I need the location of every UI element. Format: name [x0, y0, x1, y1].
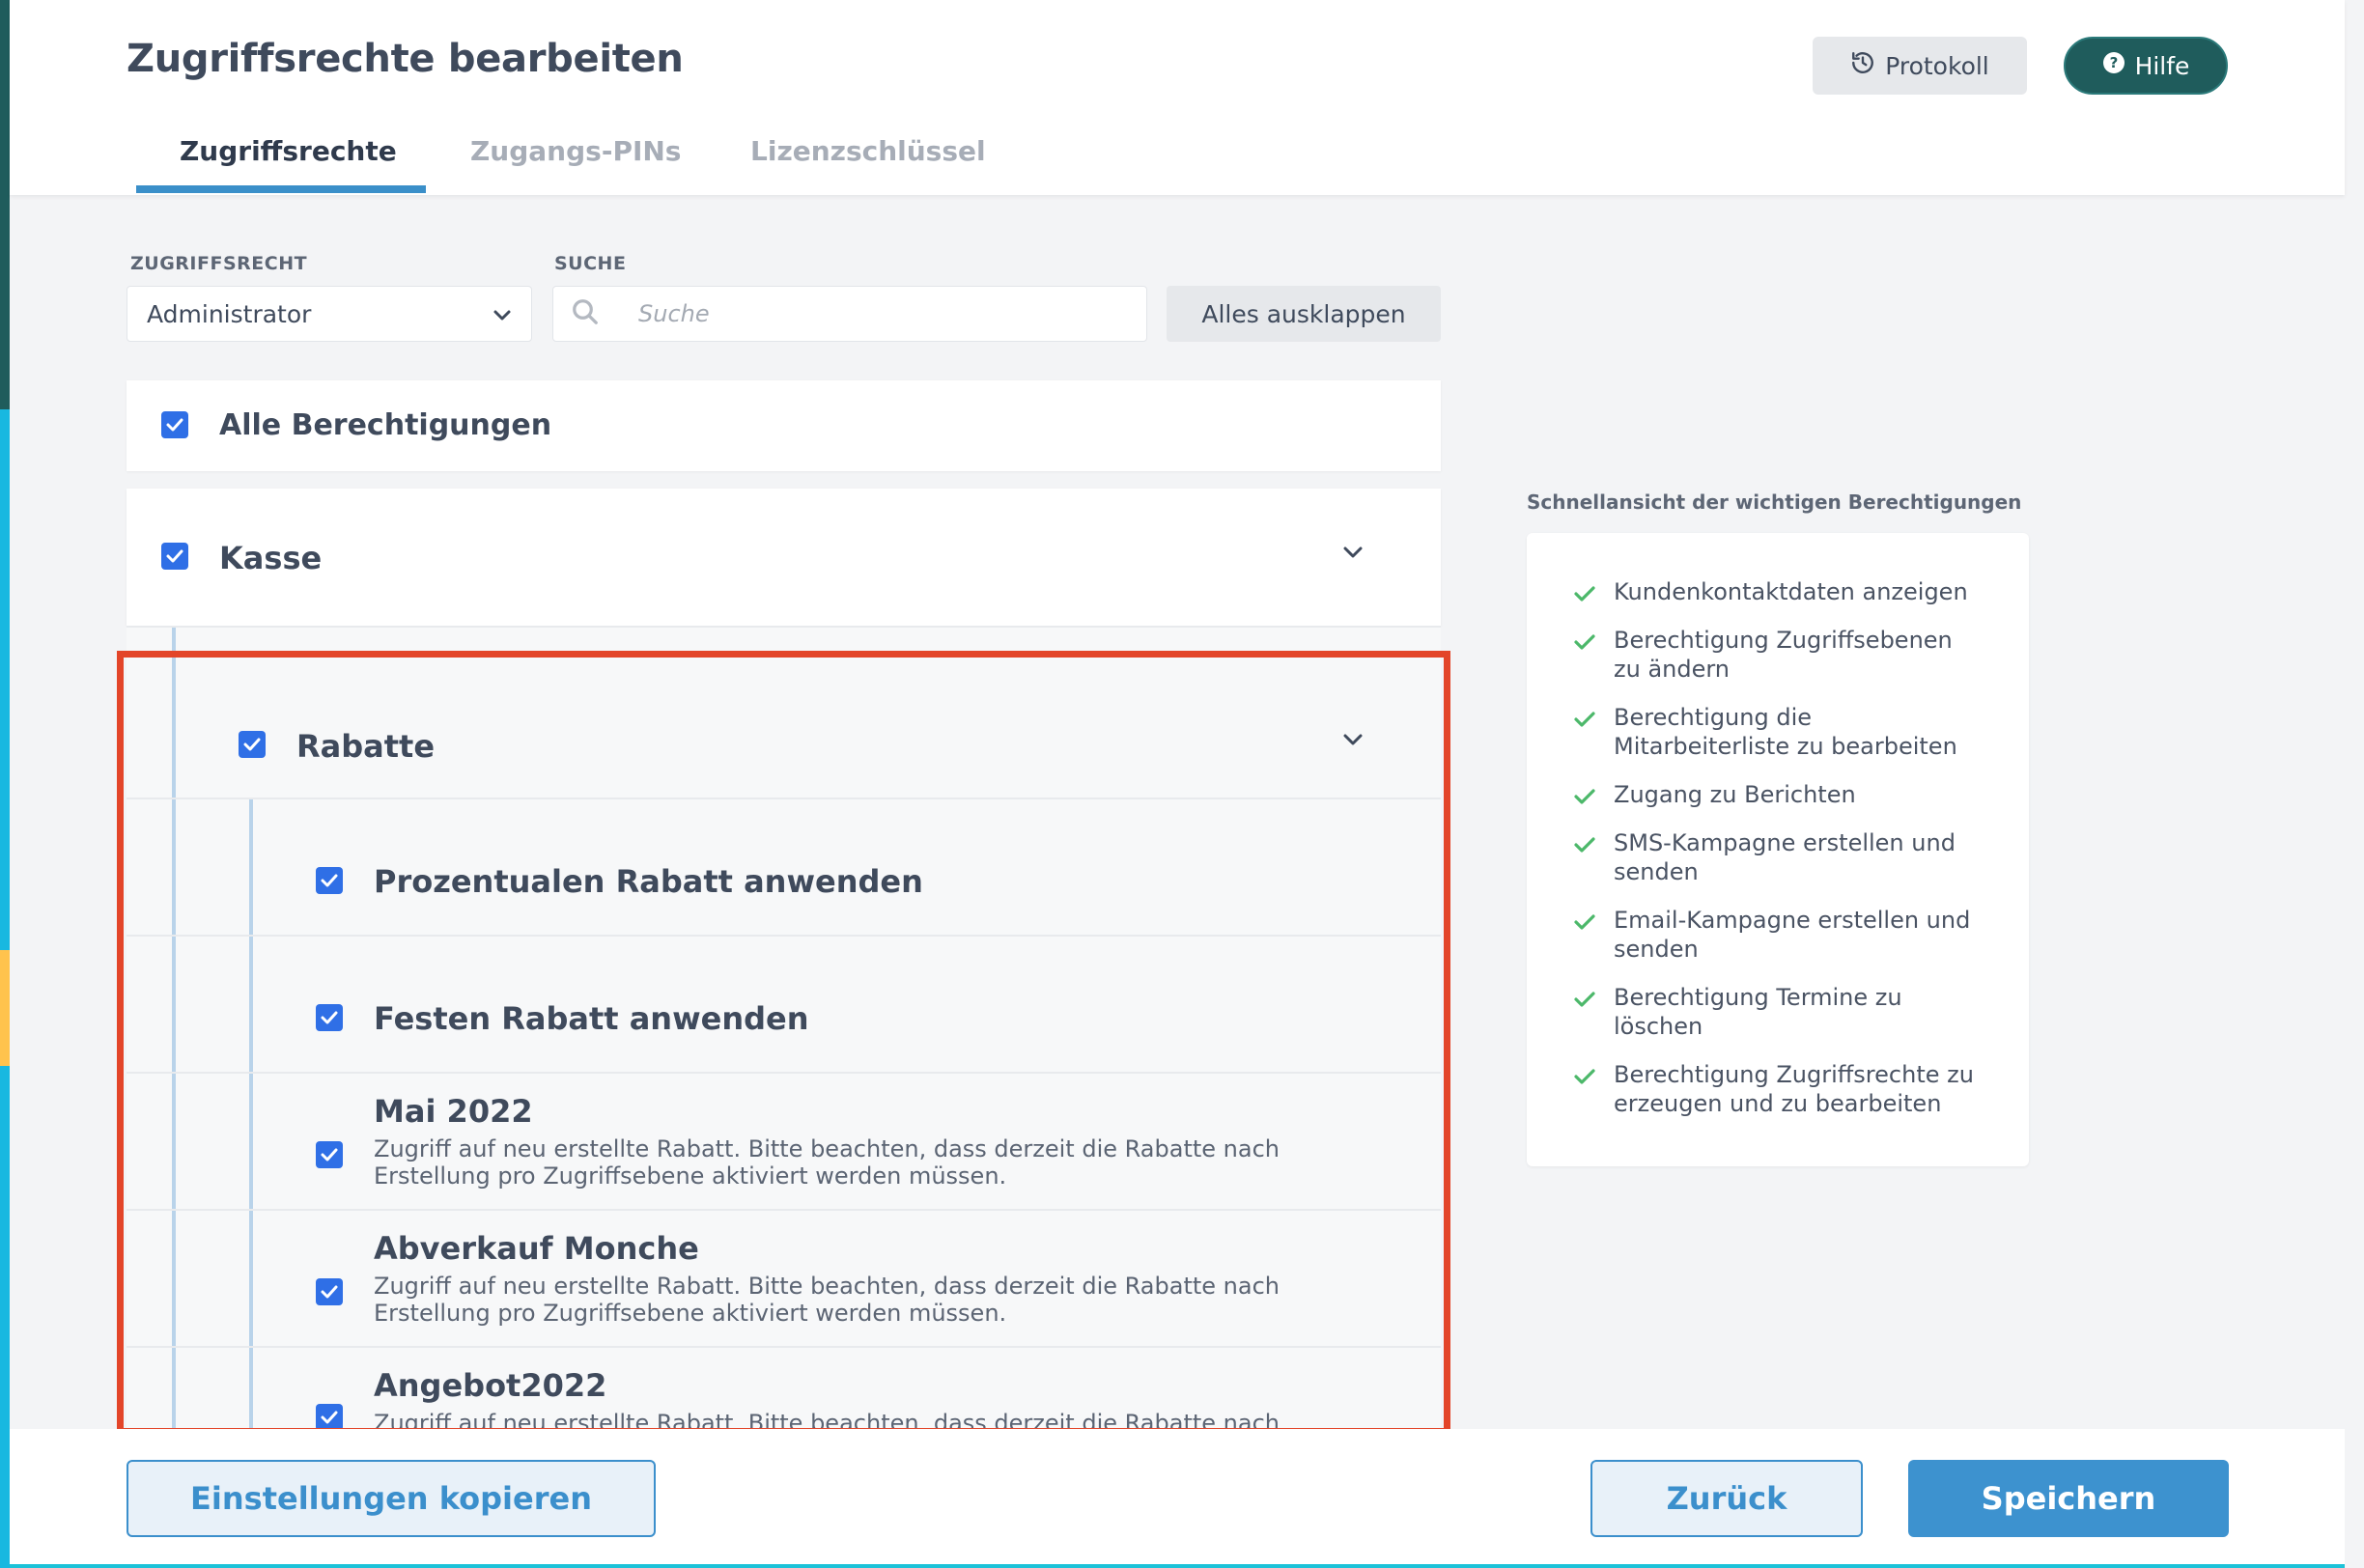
page-footer: Einstellungen kopieren Zurück Speichern [10, 1429, 2345, 1568]
search-field-label: SUCHE [554, 253, 627, 274]
check-icon [1573, 910, 1596, 964]
quick-view-item: Berechtigung Zugriffsebenen zu ändern [1573, 626, 1988, 684]
tree-line-level-1 [172, 626, 176, 1429]
role-select-value: Administrator [147, 299, 312, 328]
search-icon [571, 297, 600, 330]
check-icon [1573, 630, 1596, 684]
permission-checkbox[interactable] [316, 1278, 343, 1305]
permission-label: Prozentualen Rabatt anwenden [374, 863, 923, 900]
rabatte-checkbox[interactable] [239, 731, 266, 758]
check-icon [1573, 581, 1596, 610]
check-icon [1573, 707, 1596, 761]
svg-text:?: ? [2109, 54, 2118, 71]
permission-checkbox[interactable] [316, 1004, 343, 1031]
permission-label: Festen Rabatt anwenden [374, 1000, 809, 1037]
permission-description: Erstellung pro Zugriffsebene aktiviert w… [374, 1300, 1007, 1327]
permission-label: Abverkauf Monche [374, 1230, 699, 1267]
permission-description: Zugriff auf neu erstellte Rabatt. Bitte … [374, 1273, 1280, 1300]
quick-view-item: Zugang zu Berichten [1573, 780, 1988, 813]
chevron-down-icon [492, 300, 512, 328]
search-input[interactable] [638, 300, 1102, 327]
page-header: Zugriffsrechte bearbeiten Protokoll ? Hi… [10, 0, 2345, 195]
role-select[interactable]: Administrator [127, 286, 532, 342]
page-title: Zugriffsrechte bearbeiten [127, 37, 684, 81]
quick-view-item: Berechtigung Termine zu löschen [1573, 983, 1988, 1041]
kasse-label: Kasse [219, 540, 323, 576]
copy-settings-button[interactable]: Einstellungen kopieren [127, 1460, 656, 1537]
tab-lizenzschluessel[interactable]: Lizenzschlüssel [750, 135, 986, 195]
quick-view-item: Berechtigung die Mitarbeiterliste zu bear… [1573, 703, 1988, 761]
quick-view-item: Kundenkontaktdaten anzeigen [1573, 577, 1988, 610]
left-edge-strip [0, 0, 10, 1568]
quick-view-item: SMS-Kampagne erstellen und senden [1573, 828, 1988, 886]
kasse-card: Kasse [127, 489, 1441, 626]
permission-checkbox[interactable] [316, 1141, 343, 1168]
check-icon [1573, 832, 1596, 886]
permission-checkbox[interactable] [316, 867, 343, 894]
permission-label: Angebot2022 [374, 1367, 607, 1404]
check-icon [1573, 987, 1596, 1041]
all-permissions-label: Alle Berechtigungen [219, 408, 552, 442]
tree-line-level-2 [249, 799, 253, 1429]
all-permissions-card: Alle Berechtigungen [127, 380, 1441, 471]
check-icon [1573, 1064, 1596, 1118]
quick-view-item: Berechtigung Zugriffsrechte zu erzeugen u… [1573, 1060, 1988, 1118]
expand-all-button[interactable]: Alles ausklappen [1167, 286, 1441, 342]
tab-zugangs-pins[interactable]: Zugangs-PINs [470, 135, 681, 195]
back-button[interactable]: Zurück [1590, 1460, 1863, 1537]
rabatte-label: Rabatte [296, 728, 436, 765]
active-tab-indicator [136, 185, 426, 193]
hilfe-button[interactable]: ? Hilfe [2064, 37, 2228, 95]
permission-label: Mai 2022 [374, 1093, 533, 1130]
permission-checkbox[interactable] [316, 1404, 343, 1429]
all-permissions-checkbox[interactable] [161, 411, 188, 438]
save-button[interactable]: Speichern [1908, 1460, 2229, 1537]
permission-description: Erstellung pro Zugriffsebene aktiviert w… [374, 1162, 1007, 1190]
quick-view-panel: Kundenkontaktdaten anzeigen Berechtigung… [1527, 533, 2029, 1166]
hilfe-label: Hilfe [2134, 51, 2190, 80]
quick-view-title: Schnellansicht der wichtigen Berechtigun… [1527, 490, 2022, 514]
search-box[interactable] [552, 286, 1147, 342]
history-icon [1850, 50, 1875, 81]
check-icon [1573, 784, 1596, 813]
permission-description: Zugriff auf neu erstellte Rabatt. Bitte … [374, 1135, 1280, 1162]
kasse-chevron-down-icon[interactable] [1341, 545, 1365, 564]
kasse-checkbox[interactable] [161, 543, 188, 570]
kasse-subpermissions: Rabatte Prozentualen Rabatt anwenden Fes… [127, 626, 1441, 1429]
help-circle-icon: ? [2102, 51, 2125, 80]
permission-description: Zugriff auf neu erstellte Rabatt. Bitte … [374, 1410, 1280, 1429]
role-field-label: ZUGRIFFSRECHT [130, 253, 308, 274]
rabatte-chevron-down-icon[interactable] [1341, 732, 1365, 751]
protokoll-button[interactable]: Protokoll [1813, 37, 2027, 95]
protokoll-label: Protokoll [1885, 51, 1989, 80]
quick-view-item: Email-Kampagne erstellen und senden [1573, 906, 1988, 964]
